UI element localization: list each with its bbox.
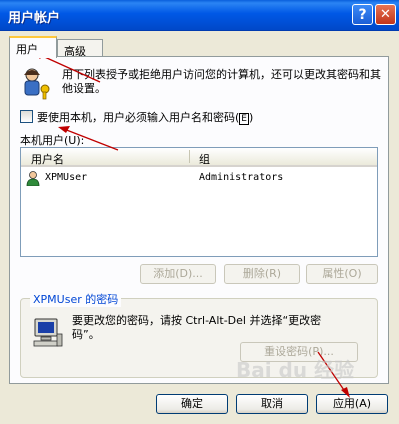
title-bar[interactable]: 用户帐户 ? ✕ bbox=[0, 0, 399, 31]
require-password-option[interactable]: 要使用本机，用户必须输入用户名和密码(E) bbox=[20, 108, 380, 125]
user-accounts-dialog: 用户帐户 ? ✕ 用户 高级 用下列表授予或拒绝用户访问您的计算机，还可以更改其… bbox=[0, 0, 399, 424]
table-row[interactable]: XPMUser Administrators bbox=[23, 170, 375, 186]
intro-text: 用下列表授予或拒绝用户访问您的计算机，还可以更改其密码和其他设置。 bbox=[62, 68, 381, 95]
users-listview[interactable]: 用户名 组 XPMUser Administrators bbox=[20, 147, 378, 257]
user-group-cell: Administrators bbox=[199, 172, 284, 183]
remove-user-button[interactable]: 删除(R) bbox=[224, 264, 300, 284]
close-button[interactable]: ✕ bbox=[375, 4, 396, 25]
list-header: 用户名 组 bbox=[21, 148, 377, 167]
column-divider[interactable] bbox=[189, 150, 190, 163]
window-title: 用户帐户 bbox=[8, 11, 61, 26]
add-user-button[interactable]: 添加(D)... bbox=[140, 264, 216, 284]
user-name-cell: XPMUser bbox=[45, 172, 88, 183]
column-header-group[interactable]: 组 bbox=[199, 151, 210, 167]
tab-users[interactable]: 用户 bbox=[9, 36, 57, 58]
require-password-label[interactable]: 要使用本机，用户必须输入用户名和密码(E) bbox=[37, 109, 253, 125]
local-users-label: 本机用户(U): bbox=[20, 134, 85, 147]
properties-button[interactable]: 属性(O) bbox=[306, 264, 378, 284]
help-button[interactable]: ? bbox=[352, 4, 373, 25]
require-password-checkbox[interactable] bbox=[20, 110, 33, 123]
user-icon bbox=[26, 171, 40, 186]
ok-button[interactable]: 确定 bbox=[156, 394, 228, 414]
column-header-username[interactable]: 用户名 bbox=[31, 151, 64, 167]
password-instructions: 要更改您的密码，请按 Ctrl-Alt-Del 并选择“更改密 码”。 bbox=[72, 314, 322, 341]
password-group-title: XPMUser 的密码 bbox=[30, 291, 122, 307]
computer-icon bbox=[33, 318, 63, 347]
apply-button[interactable]: 应用(A) bbox=[316, 394, 388, 414]
cancel-button[interactable]: 取消 bbox=[236, 394, 308, 414]
watermark: Bai du 经验 bbox=[236, 358, 355, 382]
users-key-icon bbox=[24, 68, 50, 100]
